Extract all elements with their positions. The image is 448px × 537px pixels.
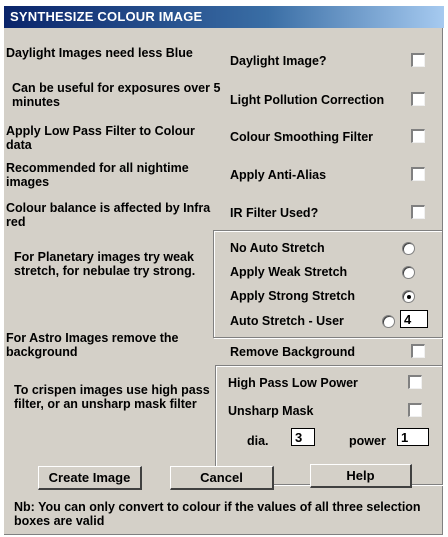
synthesize-colour-window: SYNTHESIZE COLOUR IMAGE Daylight Images … bbox=[0, 0, 448, 537]
daylight-image-label: Daylight Image? bbox=[230, 54, 327, 68]
hint-light-pollution: Can be useful for exposures over 5 minut… bbox=[12, 81, 221, 109]
light-pollution-label: Light Pollution Correction bbox=[230, 93, 385, 107]
no-auto-stretch-radio[interactable] bbox=[402, 242, 415, 255]
hint-daylight: Daylight Images need less Blue bbox=[6, 46, 193, 60]
dia-input[interactable]: 3 bbox=[291, 428, 315, 446]
window-title: SYNTHESIZE COLOUR IMAGE bbox=[10, 9, 203, 24]
high-pass-checkbox[interactable] bbox=[408, 375, 422, 389]
colour-smoothing-label: Colour Smoothing Filter bbox=[230, 130, 374, 144]
unsharp-mask-checkbox[interactable] bbox=[408, 403, 422, 417]
no-auto-stretch-label: No Auto Stretch bbox=[230, 241, 325, 255]
anti-alias-checkbox[interactable] bbox=[411, 167, 425, 181]
dialog-panel: Daylight Images need less Blue Daylight … bbox=[4, 28, 443, 535]
anti-alias-label: Apply Anti-Alias bbox=[230, 168, 327, 182]
hint-low-pass: Apply Low Pass Filter to Colour data bbox=[6, 124, 195, 152]
cancel-button[interactable]: Cancel bbox=[170, 466, 274, 490]
user-stretch-label: Auto Stretch - User bbox=[230, 314, 344, 328]
footer-note: Nb: You can only convert to colour if th… bbox=[14, 500, 421, 528]
weak-stretch-label: Apply Weak Stretch bbox=[230, 265, 348, 279]
power-input[interactable]: 1 bbox=[397, 428, 429, 446]
ir-filter-label: IR Filter Used? bbox=[230, 206, 319, 220]
user-stretch-radio[interactable] bbox=[382, 315, 395, 328]
weak-stretch-radio[interactable] bbox=[402, 266, 415, 279]
high-pass-label: High Pass Low Power bbox=[228, 376, 358, 390]
title-bar[interactable]: SYNTHESIZE COLOUR IMAGE bbox=[4, 6, 444, 28]
colour-smoothing-checkbox[interactable] bbox=[411, 129, 425, 143]
help-button[interactable]: Help bbox=[310, 464, 412, 488]
create-image-button[interactable]: Create Image bbox=[38, 466, 142, 490]
unsharp-mask-label: Unsharp Mask bbox=[228, 404, 314, 418]
power-label: power bbox=[349, 434, 386, 448]
remove-background-checkbox[interactable] bbox=[411, 344, 425, 358]
hint-ir: Colour balance is affected by Infra red bbox=[6, 201, 211, 229]
hint-stretch: For Planetary images try weak stretch, f… bbox=[14, 250, 196, 278]
ir-filter-checkbox[interactable] bbox=[411, 205, 425, 219]
daylight-image-checkbox[interactable] bbox=[411, 53, 425, 67]
hint-anti-alias: Recommended for all nightime images bbox=[6, 161, 189, 189]
user-stretch-value-input[interactable]: 4 bbox=[400, 310, 428, 328]
light-pollution-checkbox[interactable] bbox=[411, 92, 425, 106]
remove-background-label: Remove Background bbox=[230, 345, 356, 359]
hint-crispen: To crispen images use high pass filter, … bbox=[14, 383, 210, 411]
strong-stretch-label: Apply Strong Stretch bbox=[230, 289, 356, 303]
strong-stretch-radio[interactable] bbox=[402, 290, 415, 303]
hint-background: For Astro Images remove the background bbox=[6, 331, 179, 359]
dia-label: dia. bbox=[247, 434, 269, 448]
